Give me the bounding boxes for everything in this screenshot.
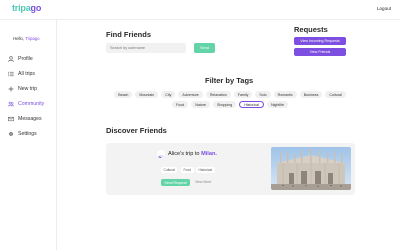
mail-icon bbox=[8, 116, 14, 122]
tag-relaxation[interactable]: Relaxation bbox=[205, 91, 231, 98]
send-button[interactable]: Send bbox=[194, 43, 215, 53]
find-friends-title: Find Friends bbox=[106, 30, 151, 39]
top-bar: tripago Logout bbox=[0, 0, 400, 20]
tag-city[interactable]: City bbox=[161, 91, 176, 98]
sidebar-item-new-trip[interactable]: New trip bbox=[8, 83, 54, 94]
trip-tag-cultural: Cultural bbox=[161, 167, 178, 173]
app-logo[interactable]: tripago bbox=[12, 3, 41, 13]
tag-adventure[interactable]: Adventure bbox=[178, 91, 203, 98]
trip-title-prefix: Alice's trip to bbox=[168, 151, 202, 157]
view-more-link[interactable]: View More bbox=[195, 180, 211, 184]
view-incoming-requests-button[interactable]: View Incoming Requests bbox=[294, 37, 346, 45]
sidebar-item-label: Profile bbox=[18, 55, 33, 62]
sidebar-item-all-trips[interactable]: All trips bbox=[8, 68, 54, 79]
user-icon bbox=[8, 55, 14, 62]
logo-part-1: tripa bbox=[12, 3, 31, 13]
sidebar-item-settings[interactable]: Settings bbox=[8, 128, 54, 139]
community-icon bbox=[8, 101, 14, 107]
tag-romantic[interactable]: Romantic bbox=[273, 91, 297, 98]
trip-destination: Milan. bbox=[201, 151, 217, 157]
list-icon bbox=[8, 71, 14, 77]
tag-solo[interactable]: Solo bbox=[255, 91, 271, 98]
sidebar-item-label: Settings bbox=[18, 130, 37, 137]
tag-historical[interactable]: Historical bbox=[239, 101, 264, 108]
tag-family[interactable]: Family bbox=[233, 91, 253, 98]
trip-tag-food: Food bbox=[181, 167, 194, 173]
sidebar-item-label: Messages bbox=[18, 115, 42, 122]
tag-nature[interactable]: Nature bbox=[191, 101, 211, 108]
sidebar-item-profile[interactable]: Profile bbox=[8, 53, 54, 64]
sidebar-item-label: New trip bbox=[18, 85, 38, 92]
sidebar-item-messages[interactable]: Messages bbox=[8, 113, 54, 124]
tag-nightlife[interactable]: Nightlife bbox=[266, 101, 288, 108]
plus-icon bbox=[8, 86, 14, 92]
tag-list: Beach Mountain City Adventure Relaxation… bbox=[106, 91, 354, 108]
trip-tag-historical: Historical bbox=[196, 167, 215, 173]
gear-icon bbox=[8, 131, 14, 137]
send-request-button[interactable]: Send Request bbox=[161, 179, 190, 186]
sidebar: Hello, Tripago Profile All trips New tri… bbox=[0, 20, 57, 250]
discover-title: Discover Friends bbox=[106, 126, 167, 135]
greeting: Hello, Tripago bbox=[13, 36, 40, 41]
view-friends-button[interactable]: View Friends bbox=[294, 48, 346, 56]
destination-image bbox=[271, 147, 351, 190]
tag-business[interactable]: Business bbox=[299, 91, 323, 98]
sidebar-item-label: Community bbox=[18, 100, 45, 107]
trip-card-title: Alice's trip to Milan. bbox=[168, 151, 217, 157]
tag-beach[interactable]: Beach bbox=[114, 91, 133, 98]
tag-shopping[interactable]: Shopping bbox=[213, 101, 237, 108]
sidebar-item-community[interactable]: Community bbox=[8, 98, 54, 109]
greeting-text: Hello, bbox=[13, 36, 26, 41]
sidebar-item-label: All trips bbox=[18, 70, 36, 77]
tag-mountain[interactable]: Mountain bbox=[135, 91, 159, 98]
logo-part-2: go bbox=[30, 3, 42, 13]
requests-title: Requests bbox=[294, 25, 328, 34]
greeting-username: Tripago bbox=[25, 36, 40, 41]
search-input[interactable] bbox=[106, 43, 186, 53]
trip-card: Alice's trip to Milan. Cultural Food His… bbox=[106, 143, 355, 195]
tag-food[interactable]: Food bbox=[172, 101, 189, 108]
filter-title: Filter by Tags bbox=[205, 76, 254, 85]
tag-cultural[interactable]: Cultural bbox=[325, 91, 346, 98]
logout-button[interactable]: Logout bbox=[377, 6, 391, 11]
avatar bbox=[157, 150, 165, 158]
